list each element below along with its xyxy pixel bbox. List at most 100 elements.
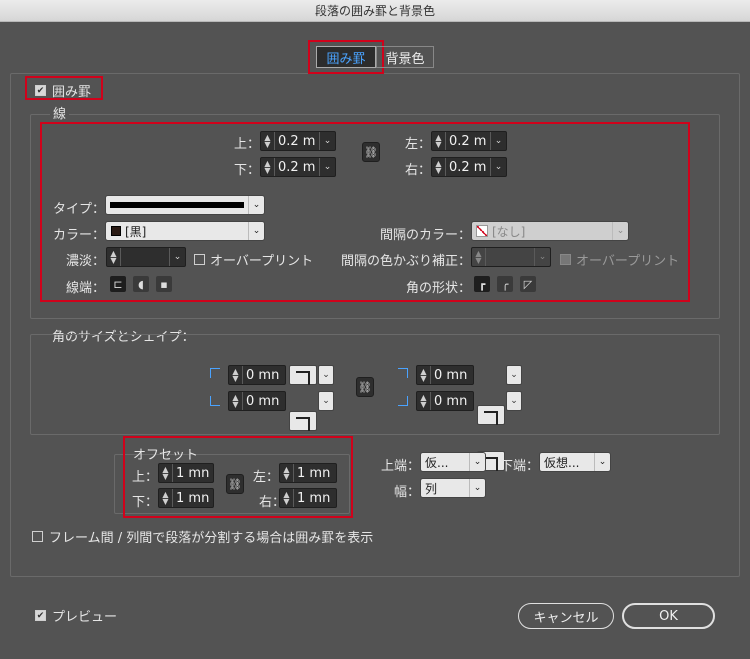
chevron-down-icon[interactable]: ⌄ (248, 222, 264, 240)
color-swatch (111, 226, 121, 236)
chevron-down-icon[interactable]: ⌄ (248, 196, 264, 214)
bottom-edge-select[interactable]: 仮想... ⌄ (539, 452, 611, 472)
corner-bl-spinner[interactable]: ▲ ▼ 0 mn (228, 391, 286, 411)
stroke-bottom-spinner[interactable]: ▲ ▼ 0.2 m ⌄ (260, 157, 336, 177)
stroke-left-value[interactable]: 0.2 m (446, 134, 490, 149)
chevron-down-icon[interactable]: ⌄ (490, 158, 506, 176)
stroke-left-spinner[interactable]: ▲ ▼ 0.2 m ⌄ (431, 131, 507, 151)
ok-button[interactable]: OK (622, 603, 715, 629)
round-cap-icon[interactable]: ◖ (133, 276, 149, 292)
tab-background[interactable]: 背景色 (376, 46, 434, 68)
stepper-arrows-icon[interactable]: ▲ ▼ (417, 392, 431, 410)
stepper-arrows-icon[interactable]: ▲ ▼ (229, 392, 243, 410)
chevron-down-icon[interactable]: ⌄ (490, 132, 506, 150)
stroke-top-label: 上： (234, 137, 261, 152)
chevron-down-icon[interactable]: ⌄ (612, 222, 628, 240)
bottom-edge-label: 下端： (500, 459, 540, 474)
stroke-type-select[interactable]: ⌄ (105, 195, 265, 215)
chevron-down-icon[interactable]: ⌄ (469, 453, 485, 471)
width-select[interactable]: 列 ⌄ (420, 478, 486, 498)
stepper-arrows-icon[interactable]: ▲ ▼ (107, 248, 121, 266)
offset-bottom-value[interactable]: 1 mn (173, 491, 213, 506)
overprint-label: オーバープリント (210, 254, 314, 269)
preview-checkbox[interactable]: ✔ プレビュー (35, 606, 117, 625)
overprint-checkbox[interactable]: オーバープリント (194, 250, 313, 269)
corner-bl-shape[interactable] (289, 411, 317, 431)
offset-bottom-spinner[interactable]: ▲ ▼ 1 mn (158, 488, 214, 508)
stepper-arrows-icon[interactable]: ▲ ▼ (159, 464, 173, 482)
top-right-corner-icon (398, 368, 408, 378)
offset-right-spinner[interactable]: ▲ ▼ 1 mn (279, 488, 337, 508)
chevron-down-icon[interactable]: ⌄ (594, 453, 610, 471)
corner-br-value[interactable]: 0 mn (431, 394, 473, 409)
stroke-right-spinner[interactable]: ▲ ▼ 0.2 m ⌄ (431, 157, 507, 177)
top-edge-select[interactable]: 仮... ⌄ (420, 452, 486, 472)
stroke-color-value: [黒] (125, 224, 147, 239)
split-option-checkbox[interactable]: フレーム間 / 列間で段落が分割する場合は囲み罫を表示 (32, 527, 373, 546)
offset-right-value[interactable]: 1 mn (294, 491, 336, 506)
corner-tl-value[interactable]: 0 mn (243, 368, 285, 383)
stroke-color-select[interactable]: [黒] ⌄ (105, 221, 265, 241)
tab-border[interactable]: 囲み罫 (316, 46, 376, 68)
chain-link-icon[interactable]: ⛓ (226, 474, 244, 494)
corner-tr-spinner[interactable]: ▲ ▼ 0 mn (416, 365, 474, 385)
checkbox-box-icon (560, 254, 571, 265)
butt-cap-icon[interactable]: ⊏ (110, 276, 126, 292)
offset-left-value[interactable]: 1 mn (294, 466, 336, 481)
stepper-arrows-icon[interactable]: ▲ ▼ (432, 158, 446, 176)
gap-overprint-checkbox[interactable]: オーバープリント (560, 250, 679, 269)
stepper-arrows-icon[interactable]: ▲ ▼ (159, 489, 173, 507)
gap-tint-combo[interactable]: ▲ ▼ ⌄ (471, 247, 551, 267)
offset-top-spinner[interactable]: ▲ ▼ 1 mn (158, 463, 214, 483)
tint-combo[interactable]: ▲ ▼ ⌄ (106, 247, 186, 267)
stepper-arrows-icon[interactable]: ▲ ▼ (280, 489, 294, 507)
miter-join-icon[interactable]: ┏ (474, 276, 490, 292)
chevron-down-icon[interactable]: ⌄ (319, 132, 335, 150)
chevron-down-icon[interactable]: ⌄ (318, 365, 334, 385)
corner-tl-spinner[interactable]: ▲ ▼ 0 mn (228, 365, 286, 385)
stepper-arrows-icon[interactable]: ▲ ▼ (472, 248, 486, 266)
gap-color-select[interactable]: [なし] ⌄ (471, 221, 629, 241)
offset-left-spinner[interactable]: ▲ ▼ 1 mn (279, 463, 337, 483)
stroke-top-spinner[interactable]: ▲ ▼ 0.2 m ⌄ (260, 131, 336, 151)
chevron-down-icon[interactable]: ⌄ (318, 391, 334, 411)
stroke-right-value[interactable]: 0.2 m (446, 160, 490, 175)
corner-tl-shape[interactable] (289, 365, 317, 385)
stepper-arrows-icon[interactable]: ▲ ▼ (261, 132, 275, 150)
projecting-cap-icon[interactable]: ▪ (156, 276, 172, 292)
chevron-down-icon[interactable]: ⌄ (506, 391, 522, 411)
offset-left-label: 左： (253, 470, 280, 485)
chevron-down-icon[interactable]: ⌄ (534, 248, 550, 266)
checkmark-icon: ✔ (35, 610, 46, 621)
chain-link-icon[interactable]: ⛓ (362, 142, 380, 162)
bottom-right-corner-icon (398, 396, 408, 406)
chevron-down-icon[interactable]: ⌄ (319, 158, 335, 176)
cancel-button[interactable]: キャンセル (518, 603, 614, 629)
corner-br-spinner[interactable]: ▲ ▼ 0 mn (416, 391, 474, 411)
stepper-arrows-icon[interactable]: ▲ ▼ (280, 464, 294, 482)
corner-tr-value[interactable]: 0 mn (431, 368, 473, 383)
chevron-down-icon[interactable]: ⌄ (169, 248, 185, 266)
offset-top-value[interactable]: 1 mn (173, 466, 213, 481)
chain-link-icon[interactable]: ⛓ (356, 377, 374, 397)
stepper-arrows-icon[interactable]: ▲ ▼ (432, 132, 446, 150)
preview-label: プレビュー (52, 610, 118, 625)
chevron-down-icon[interactable]: ⌄ (506, 365, 522, 385)
stroke-top-value[interactable]: 0.2 m (275, 134, 319, 149)
corner-tr-shape[interactable] (477, 405, 505, 425)
stroke-bottom-value[interactable]: 0.2 m (275, 160, 319, 175)
top-left-corner-icon (210, 368, 220, 378)
border-enable-checkbox[interactable]: ✔ 囲み罫 (35, 81, 91, 100)
stepper-arrows-icon[interactable]: ▲ ▼ (229, 366, 243, 384)
corner-shape-label: 角の形状： (406, 281, 472, 296)
bottom-left-corner-icon (210, 396, 220, 406)
stepper-arrows-icon[interactable]: ▲ ▼ (261, 158, 275, 176)
stroke-type-preview (106, 202, 248, 208)
bevel-join-icon[interactable]: ◸ (520, 276, 536, 292)
corner-bl-value[interactable]: 0 mn (243, 394, 285, 409)
checkmark-icon: ✔ (35, 85, 46, 96)
chevron-down-icon[interactable]: ⌄ (469, 479, 485, 497)
top-edge-label: 上端： (381, 459, 421, 474)
round-join-icon[interactable]: ╭ (497, 276, 513, 292)
stepper-arrows-icon[interactable]: ▲ ▼ (417, 366, 431, 384)
